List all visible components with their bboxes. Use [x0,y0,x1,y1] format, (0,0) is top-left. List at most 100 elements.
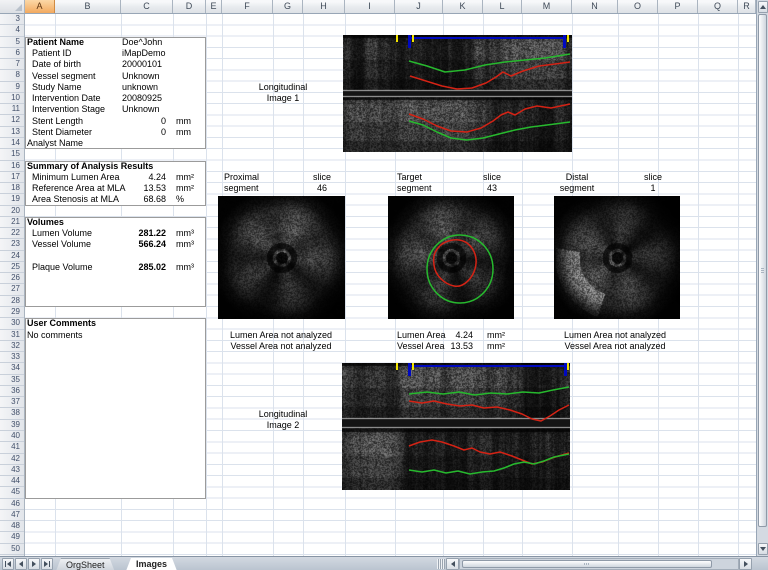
row-header-29[interactable]: 29 [0,307,24,318]
select-all-button[interactable] [0,0,25,13]
row-header-9[interactable]: 9 [0,82,24,93]
proximal-segment-name[interactable]: Proximal [224,172,284,183]
row-header-44[interactable]: 44 [0,476,24,487]
comments-text[interactable]: No comments [27,330,147,341]
row-header-25[interactable]: 25 [0,262,24,273]
row-header-35[interactable]: 35 [0,375,24,386]
study-name-label[interactable]: Study Name [32,82,118,93]
ref-area-label[interactable]: Reference Area at MLA [32,183,118,194]
column-header-F[interactable]: F [222,0,273,13]
row-header-34[interactable]: 34 [0,363,24,374]
row-header-33[interactable]: 33 [0,352,24,363]
intervention-stage-value[interactable]: Unknown [122,104,202,115]
lumen-volume-unit[interactable]: mm³ [176,228,202,239]
vessel-volume-value[interactable]: 566.24 [108,239,166,250]
target-vessel-area-value[interactable]: 13.53 [423,341,473,352]
column-header-A[interactable]: A [25,0,55,13]
column-header-N[interactable]: N [572,0,618,13]
target-lumen-area-unit[interactable]: mm² [487,330,517,341]
stenosis-value[interactable]: 68.68 [118,194,166,205]
row-header-27[interactable]: 27 [0,284,24,295]
column-header-Q[interactable]: Q [698,0,738,13]
dob-value[interactable]: 20000101 [122,59,202,70]
row-header-30[interactable]: 30 [0,318,24,329]
column-header-K[interactable]: K [443,0,483,13]
row-header-38[interactable]: 38 [0,408,24,419]
proximal-slice-value[interactable]: 46 [292,183,352,194]
proximal-segment-name2[interactable]: segment [224,183,284,194]
target-slice-label[interactable]: slice [462,172,522,183]
mla-unit[interactable]: mm² [176,172,202,183]
column-header-C[interactable]: C [121,0,173,13]
study-name-value[interactable]: unknown [122,82,202,93]
column-header-R[interactable]: R [738,0,756,13]
column-header-D[interactable]: D [173,0,206,13]
longitudinal1-label-line1[interactable]: Longitudinal [233,82,333,93]
row-header-3[interactable]: 3 [0,14,24,25]
next-sheet-button[interactable] [28,558,40,570]
stent-length-label[interactable]: Stent Length [32,116,118,127]
patient-id-label[interactable]: Patient ID [32,48,118,59]
stent-diameter-unit[interactable]: mm [176,127,202,138]
distal-vessel-note[interactable]: Vessel Area not analyzed [553,341,677,352]
dob-label[interactable]: Date of birth [32,59,118,70]
plaque-volume-value[interactable]: 285.02 [108,262,166,273]
row-header-49[interactable]: 49 [0,532,24,543]
row-header-46[interactable]: 46 [0,499,24,510]
row-header-6[interactable]: 6 [0,48,24,59]
row-header-50[interactable]: 50 [0,544,24,555]
row-header-15[interactable]: 15 [0,149,24,160]
vessel-segment-label[interactable]: Vessel segment [32,71,118,82]
row-header-47[interactable]: 47 [0,510,24,521]
vessel-volume-label[interactable]: Vessel Volume [32,239,112,250]
row-header-36[interactable]: 36 [0,386,24,397]
last-sheet-button[interactable] [41,558,53,570]
analyst-name-label[interactable]: Analyst Name [27,138,119,149]
target-lumen-area-value[interactable]: 4.24 [423,330,473,341]
distal-segment-name2[interactable]: segment [547,183,607,194]
row-header-13[interactable]: 13 [0,127,24,138]
row-header-24[interactable]: 24 [0,251,24,262]
column-header-P[interactable]: P [658,0,698,13]
row-header-48[interactable]: 48 [0,521,24,532]
column-header-M[interactable]: M [522,0,572,13]
volumes-title[interactable]: Volumes [27,217,127,228]
target-segment-name2[interactable]: segment [397,183,457,194]
patient-name-label[interactable]: Patient Name [27,37,119,48]
sheet-tab-images[interactable]: Images [126,558,177,570]
prev-sheet-button[interactable] [15,558,27,570]
scroll-left-button[interactable] [446,558,459,570]
proximal-ivus-image[interactable] [218,196,345,319]
column-header-B[interactable]: B [55,0,121,13]
stenosis-unit[interactable]: % [176,194,202,205]
comments-title[interactable]: User Comments [27,318,147,329]
stent-length-unit[interactable]: mm [176,116,202,127]
row-header-23[interactable]: 23 [0,239,24,250]
stent-diameter-value[interactable]: 0 [118,127,166,138]
longitudinal2-label-line1[interactable]: Longitudinal [233,409,333,420]
vessel-segment-value[interactable]: Unknown [122,71,202,82]
patient-name-value[interactable]: Doe^John [122,37,202,48]
row-header-14[interactable]: 14 [0,138,24,149]
column-header-G[interactable]: G [273,0,303,13]
row-header-16[interactable]: 16 [0,161,24,172]
row-header-10[interactable]: 10 [0,93,24,104]
mla-label[interactable]: Minimum Lumen Area [32,172,118,183]
row-header-37[interactable]: 37 [0,397,24,408]
row-header-17[interactable]: 17 [0,172,24,183]
target-vessel-area-unit[interactable]: mm² [487,341,517,352]
scroll-right-button[interactable] [739,558,752,570]
column-header-I[interactable]: I [345,0,395,13]
stent-length-value[interactable]: 0 [118,116,166,127]
distal-slice-value[interactable]: 1 [623,183,683,194]
row-header-28[interactable]: 28 [0,296,24,307]
lumen-volume-value[interactable]: 281.22 [108,228,166,239]
ref-area-value[interactable]: 13.53 [118,183,166,194]
row-header-41[interactable]: 41 [0,442,24,453]
row-header-32[interactable]: 32 [0,341,24,352]
row-header-18[interactable]: 18 [0,183,24,194]
row-header-22[interactable]: 22 [0,228,24,239]
first-sheet-button[interactable] [2,558,14,570]
row-header-12[interactable]: 12 [0,115,24,126]
row-header-19[interactable]: 19 [0,194,24,205]
